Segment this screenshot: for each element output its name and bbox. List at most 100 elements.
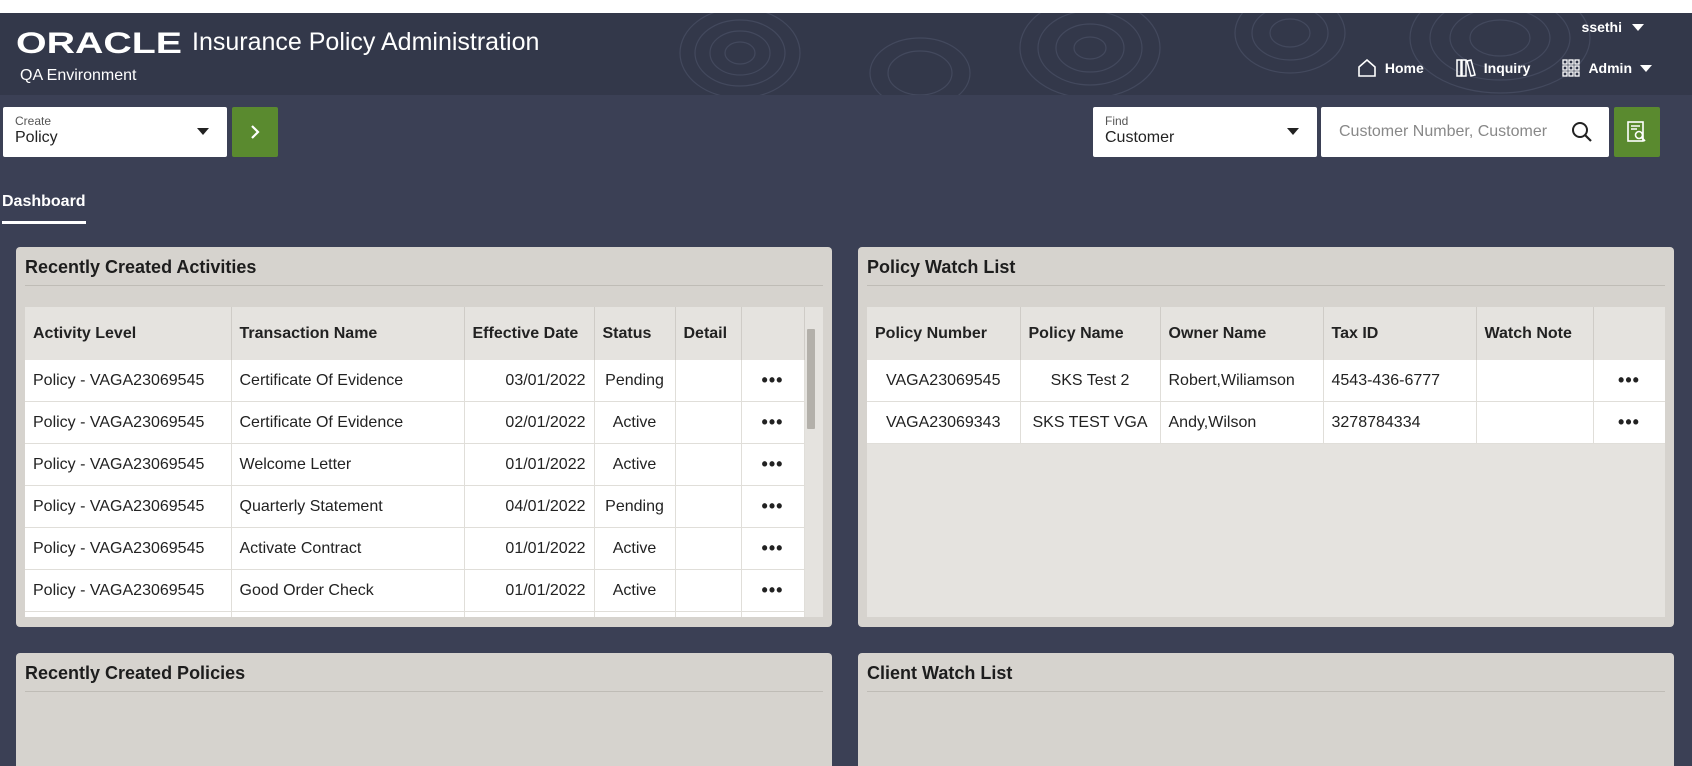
- more-actions-icon[interactable]: •••: [741, 443, 805, 486]
- advanced-search-button[interactable]: [1614, 107, 1660, 157]
- column-header[interactable]: Tax ID: [1323, 307, 1477, 360]
- status: Active: [594, 401, 676, 444]
- table-row[interactable]: Policy - VAGA23069545 Good Order Check 0…: [25, 569, 805, 612]
- user-menu[interactable]: ssethi: [1582, 19, 1644, 35]
- more-actions-icon[interactable]: •••: [741, 527, 805, 570]
- activities-table-wrap: Activity Level Transaction Name Effectiv…: [25, 307, 823, 617]
- status: Active: [594, 443, 676, 486]
- column-header[interactable]: Policy Name: [1020, 307, 1161, 360]
- search-icon[interactable]: [1571, 121, 1593, 143]
- detail: [675, 485, 742, 528]
- environment-label: QA Environment: [20, 67, 137, 84]
- scrollbar-thumb[interactable]: [807, 329, 815, 429]
- table-row[interactable]: Policy - VAGA23069545 Certificate Of Evi…: [25, 360, 805, 402]
- create-select[interactable]: Create Policy: [3, 107, 227, 157]
- status: Pending: [594, 360, 676, 402]
- effective-date: 01/01/2022: [464, 569, 595, 612]
- activity-level: Policy - VAGA23069545: [25, 485, 232, 528]
- table-row[interactable]: VAGA23069545 SKS Test 2 Robert,Wiliamson…: [867, 360, 1665, 402]
- policy-number[interactable]: VAGA23069343: [867, 401, 1021, 444]
- panel-title: Client Watch List: [867, 663, 1013, 683]
- column-header[interactable]: Detail: [675, 307, 742, 360]
- policy-watch-panel: Policy Watch List Policy Number Policy N…: [858, 247, 1674, 627]
- chevron-down-icon: [1287, 128, 1299, 135]
- create-go-button[interactable]: [232, 107, 278, 157]
- column-header[interactable]: Effective Date: [464, 307, 595, 360]
- transaction-name: Good Order Check: [231, 569, 465, 612]
- chevron-down-icon: [1640, 64, 1652, 72]
- effective-date: 04/01/2022: [464, 485, 595, 528]
- policy-number[interactable]: VAGA23069545: [867, 360, 1021, 402]
- owner-name: Andy,Wilson: [1160, 401, 1324, 444]
- transaction-name: Certificate Of Evidence: [231, 360, 465, 402]
- detail: [675, 401, 742, 444]
- column-header-actions: [1593, 307, 1665, 360]
- detail: [675, 527, 742, 570]
- more-actions-icon[interactable]: •••: [741, 569, 805, 612]
- more-actions-icon[interactable]: •••: [741, 485, 805, 528]
- column-header[interactable]: Transaction Name: [231, 307, 465, 360]
- tax-id: 4543-436-6777: [1323, 360, 1477, 402]
- detail: [675, 569, 742, 612]
- app-title: Insurance Policy Administration: [192, 27, 540, 56]
- policy-name: SKS TEST VGA: [1020, 401, 1161, 444]
- chevron-right-icon: [251, 125, 260, 139]
- user-name: ssethi: [1581, 19, 1622, 35]
- detail: [675, 443, 742, 486]
- owner-name: Robert,Wiliamson: [1160, 360, 1324, 402]
- divider: [867, 691, 1665, 692]
- nav-home[interactable]: Home: [1357, 59, 1424, 77]
- find-label: Find: [1105, 114, 1129, 128]
- divider: [25, 691, 823, 692]
- column-header[interactable]: Watch Note: [1476, 307, 1594, 360]
- recent-activities-panel: Recently Created Activities Activity Lev…: [16, 247, 832, 627]
- panel-title: Recently Created Activities: [25, 257, 257, 277]
- status: Active: [594, 569, 676, 612]
- find-select[interactable]: Find Customer: [1093, 107, 1317, 157]
- activity-level: Policy - VAGA23069545: [25, 401, 232, 444]
- recent-policies-panel: Recently Created Policies: [16, 653, 832, 766]
- watch-note: [1476, 360, 1594, 402]
- activity-level: Policy - VAGA23069545: [25, 360, 232, 402]
- nav-admin-label: Admin: [1588, 60, 1632, 76]
- more-actions-icon[interactable]: •••: [1593, 360, 1665, 402]
- nav-inquiry[interactable]: Inquiry: [1456, 59, 1530, 77]
- policy-watch-table: Policy Number Policy Name Owner Name Tax…: [867, 307, 1665, 444]
- svg-text:ORACLE: ORACLE: [16, 27, 182, 57]
- more-actions-icon[interactable]: •••: [741, 360, 805, 402]
- table-row[interactable]: Policy - VAGA23069545 Welcome Letter 01/…: [25, 443, 805, 486]
- column-header[interactable]: Policy Number: [867, 307, 1021, 360]
- more-actions-icon[interactable]: •••: [1593, 401, 1665, 444]
- search-input[interactable]: [1337, 122, 1571, 142]
- tab-dashboard[interactable]: Dashboard: [2, 193, 86, 224]
- nav-admin[interactable]: Admin: [1562, 59, 1652, 77]
- scrollbar[interactable]: [805, 315, 817, 615]
- status: Pending: [594, 485, 676, 528]
- effective-date: 01/01/2022: [464, 527, 595, 570]
- column-header[interactable]: Owner Name: [1160, 307, 1324, 360]
- oracle-logo: ORACLE: [16, 27, 182, 57]
- app-header: ORACLE Insurance Policy Administration Q…: [0, 13, 1692, 95]
- table-row[interactable]: Policy - VAGA23069545 Activate Contract …: [25, 527, 805, 570]
- column-header[interactable]: Status: [594, 307, 676, 360]
- table-row[interactable]: Policy - VAGA23069545 Quarterly Statemen…: [25, 485, 805, 528]
- detail: [675, 360, 742, 402]
- table-header-row: Activity Level Transaction Name Effectiv…: [25, 307, 805, 360]
- column-header-actions: [741, 307, 805, 360]
- home-icon: [1358, 59, 1376, 77]
- panel-title: Recently Created Policies: [25, 663, 246, 683]
- more-actions-icon[interactable]: •••: [741, 401, 805, 444]
- policy-name: SKS Test 2: [1020, 360, 1161, 402]
- table-row[interactable]: Policy - VAGA23069545 Certificate Of Evi…: [25, 401, 805, 444]
- books-icon: [1456, 59, 1476, 77]
- divider: [25, 285, 823, 286]
- table-row[interactable]: VAGA23069343 SKS TEST VGA Andy,Wilson 32…: [867, 401, 1665, 444]
- chevron-down-icon: [197, 128, 209, 135]
- effective-date: 01/01/2022: [464, 443, 595, 486]
- grid-icon: [1562, 59, 1581, 77]
- activities-table: Activity Level Transaction Name Effectiv…: [25, 307, 805, 617]
- create-label: Create: [15, 114, 52, 128]
- column-header[interactable]: Activity Level: [25, 307, 232, 360]
- top-nav: Home Inquiry Admin: [1357, 59, 1652, 77]
- transaction-name: Quarterly Statement: [231, 485, 465, 528]
